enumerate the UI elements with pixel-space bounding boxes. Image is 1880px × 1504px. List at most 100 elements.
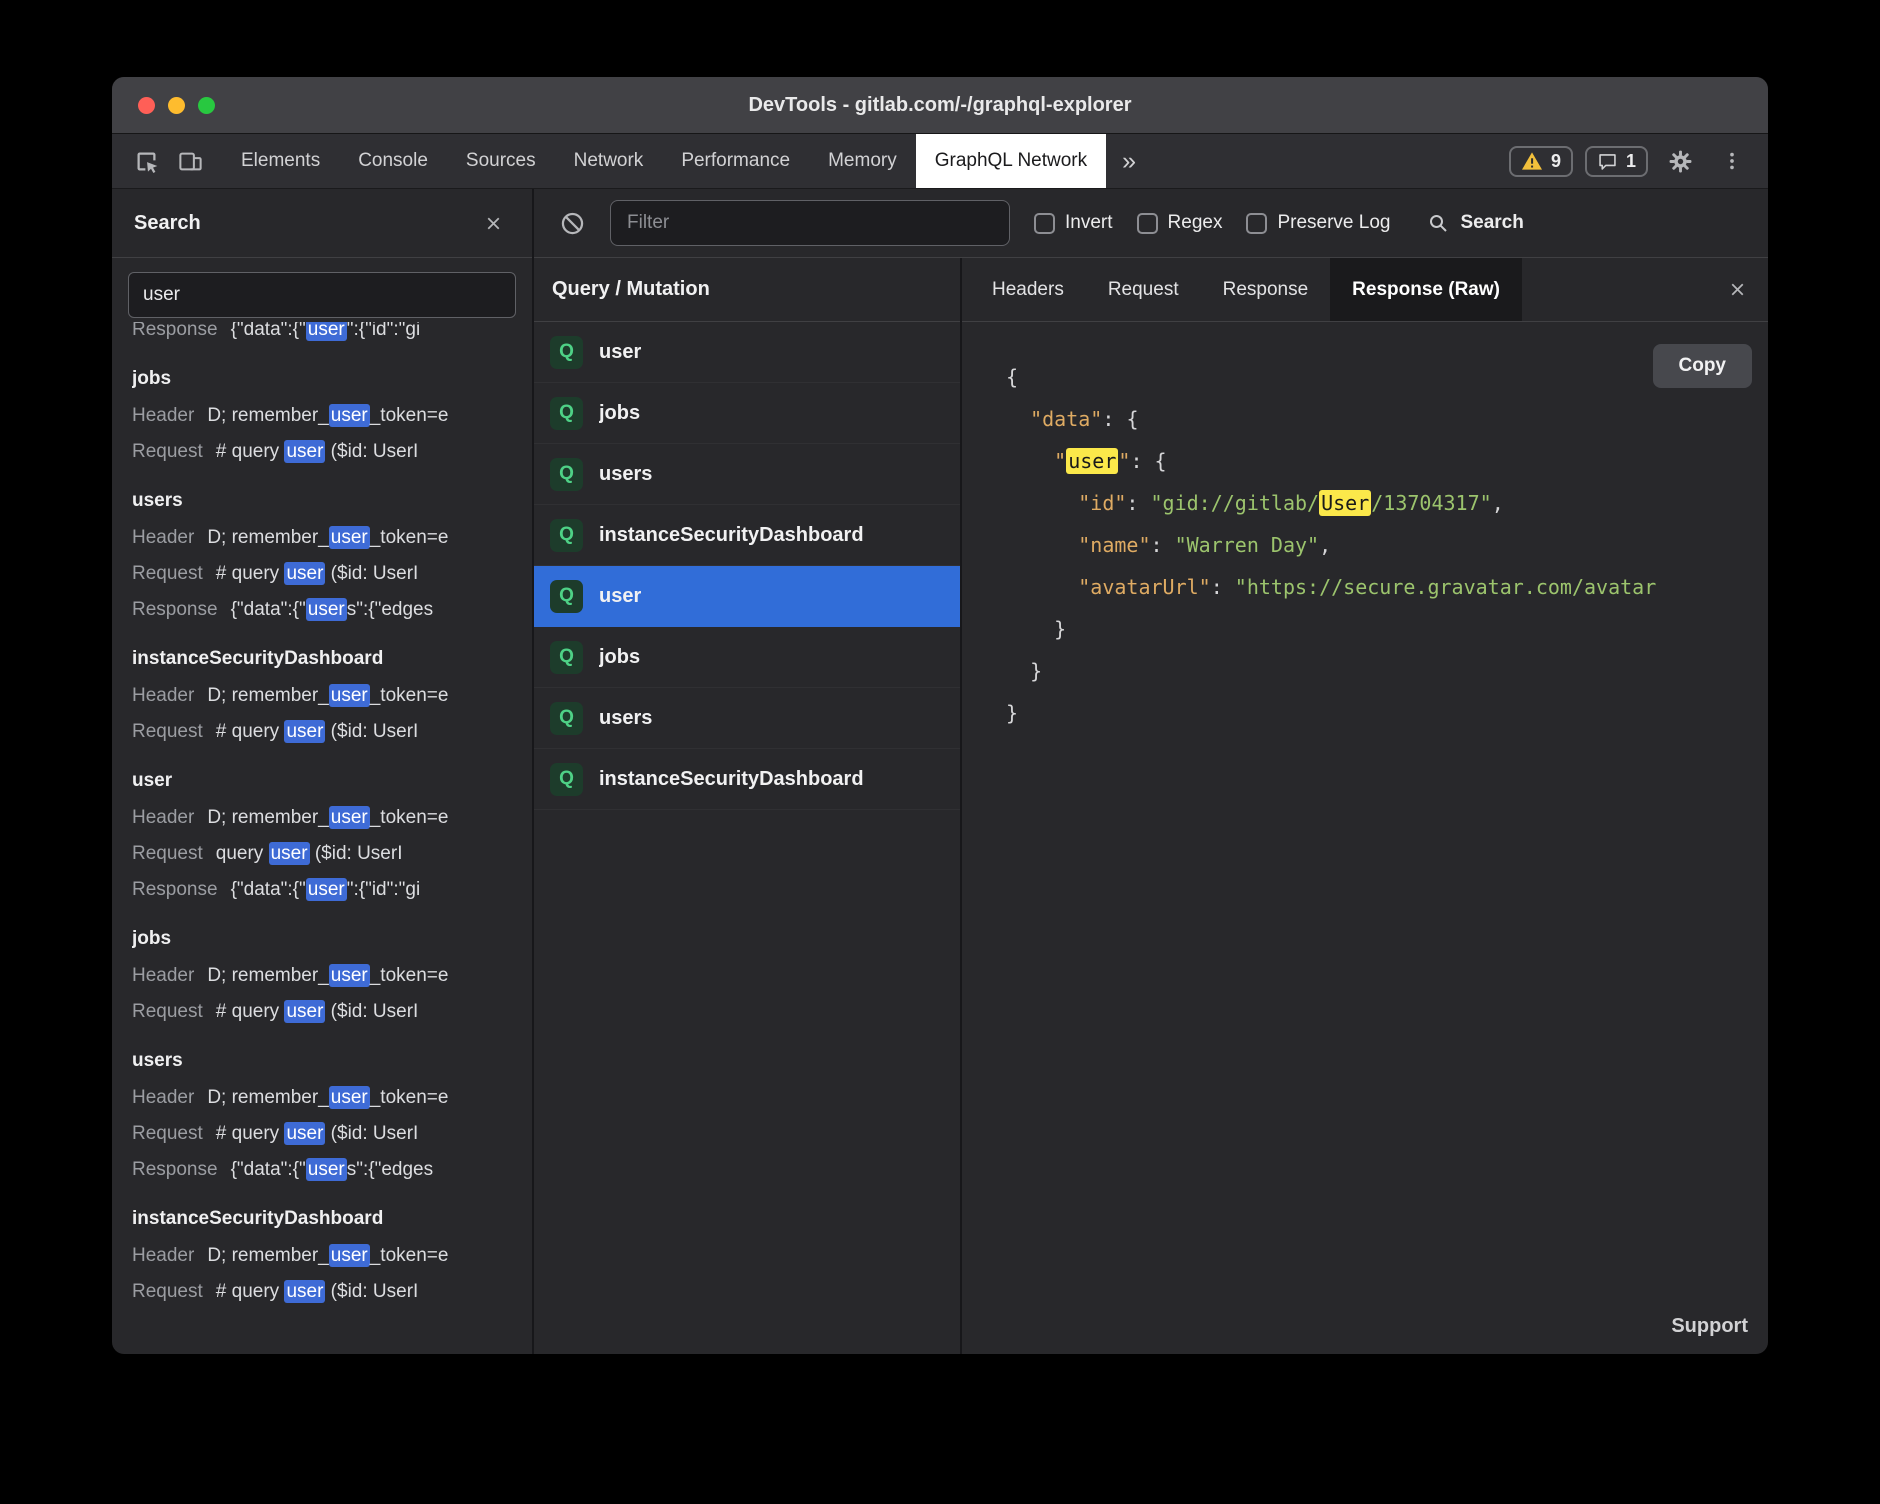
messages-badge[interactable]: 1: [1585, 146, 1648, 177]
close-search-panel-button[interactable]: [476, 206, 510, 240]
support-link[interactable]: Support: [1671, 1315, 1748, 1338]
search-result-text: D; remember_user_token=e: [207, 964, 448, 987]
text-segment: }: [1006, 617, 1066, 641]
regex-checkbox-group: Regex: [1137, 212, 1223, 234]
response-tab-headers[interactable]: Headers: [970, 258, 1086, 321]
search-result-title[interactable]: users: [132, 1042, 512, 1080]
search-result-line[interactable]: Request# query user ($id: UserI: [132, 1274, 512, 1310]
search-match-highlight: user: [329, 1244, 370, 1267]
traffic-lights: [138, 77, 215, 133]
invert-checkbox[interactable]: [1034, 213, 1055, 234]
search-result-line[interactable]: Response{"data":{"user":{"id":"gi: [132, 872, 512, 908]
search-result-line[interactable]: Request# query user ($id: UserI: [132, 434, 512, 470]
search-result-title[interactable]: jobs: [132, 920, 512, 958]
search-result-text: {"data":{"user":{"id":"gi: [231, 878, 421, 901]
close-response-panel-button[interactable]: [1707, 258, 1768, 321]
text-segment: [1006, 491, 1078, 515]
search-result-text: # query user ($id: UserI: [216, 1280, 419, 1303]
text-segment: "data": [1030, 407, 1102, 431]
close-icon: [1727, 279, 1748, 300]
devtools-tab-sources[interactable]: Sources: [447, 134, 555, 188]
search-result-title[interactable]: users: [132, 482, 512, 520]
text-segment: _token=e: [370, 965, 449, 986]
search-input[interactable]: [128, 272, 516, 318]
query-list-item[interactable]: Qjobs: [534, 627, 960, 688]
search-result-text: {"data":{"user":{"id":"gi: [231, 322, 421, 341]
search-icon: [1426, 211, 1450, 235]
invert-checkbox-group: Invert: [1034, 212, 1113, 234]
search-result-line[interactable]: HeaderD; remember_user_token=e: [132, 520, 512, 556]
search-result-line[interactable]: Request# query user ($id: UserI: [132, 556, 512, 592]
kebab-menu-button[interactable]: [1712, 141, 1752, 181]
search-result-line[interactable]: Request# query user ($id: UserI: [132, 994, 512, 1030]
settings-gear-button[interactable]: [1660, 141, 1700, 181]
search-result-label: Request: [132, 1123, 203, 1144]
inspect-cursor-icon: [133, 148, 160, 175]
search-result-title[interactable]: instanceSecurityDashboard: [132, 640, 512, 678]
text-segment: [1006, 407, 1030, 431]
search-result-line[interactable]: Response{"data":{"users":{"edges: [132, 1152, 512, 1188]
query-label: user: [599, 341, 641, 364]
text-segment: s":{"edges: [347, 1159, 433, 1180]
regex-checkbox[interactable]: [1137, 213, 1158, 234]
search-match-highlight: User: [1319, 490, 1371, 516]
search-result-line[interactable]: Header D; remember_user_token=e: [132, 958, 512, 994]
search-result-line[interactable]: HeaderD; remember_user_token=e: [132, 398, 512, 434]
clear-network-log-button[interactable]: [552, 203, 592, 243]
json-line: "data": {: [1006, 398, 1748, 440]
query-list-item[interactable]: QinstanceSecurityDashboard: [534, 749, 960, 810]
text-segment: _token=e: [370, 1245, 449, 1266]
json-line: }: [1006, 650, 1748, 692]
response-tab-response[interactable]: Response: [1201, 258, 1331, 321]
minimize-window-button[interactable]: [168, 97, 185, 114]
search-result-line[interactable]: HeaderD; remember_user_token=e: [132, 678, 512, 714]
devtools-tab-performance[interactable]: Performance: [662, 134, 809, 188]
search-result-label: Header: [132, 685, 194, 706]
copy-button[interactable]: Copy: [1653, 344, 1753, 388]
more-tabs-chevron[interactable]: »: [1106, 134, 1152, 188]
search-match-highlight: user: [329, 526, 370, 549]
search-result-title[interactable]: instanceSecurityDashboard: [132, 1200, 512, 1238]
search-result-line[interactable]: HeaderD; remember_user_token=e: [132, 800, 512, 836]
devtools-tab-strip: ElementsConsoleSourcesNetworkPerformance…: [222, 134, 1106, 188]
query-list-item[interactable]: QinstanceSecurityDashboard: [534, 505, 960, 566]
query-list-item[interactable]: Qusers: [534, 688, 960, 749]
device-toolbar-button[interactable]: [170, 141, 210, 181]
query-list-item[interactable]: Quser: [534, 322, 960, 383]
text-segment: ":{"id":"gi: [347, 322, 420, 340]
search-result-title[interactable]: user: [132, 762, 512, 800]
devtools-tab-elements[interactable]: Elements: [222, 134, 339, 188]
filter-input[interactable]: [610, 200, 1010, 246]
search-match-highlight: user: [329, 404, 370, 427]
json-line: "avatarUrl": "https://secure.gravatar.co…: [1006, 566, 1748, 608]
inspect-element-button[interactable]: [126, 141, 166, 181]
search-result-label: Header: [132, 965, 194, 986]
preserve-log-checkbox[interactable]: [1246, 213, 1267, 234]
devtools-tab-memory[interactable]: Memory: [809, 134, 916, 188]
search-result-line[interactable]: Requestquery user ($id: UserI: [132, 836, 512, 872]
search-panel: Search Response{"data":{"user":{"id":"gi…: [112, 189, 534, 1354]
query-list-item[interactable]: Quser: [534, 566, 960, 627]
search-result-line[interactable]: Response{"data":{"users":{"edges: [132, 592, 512, 628]
response-tab-response-raw[interactable]: Response (Raw): [1330, 258, 1522, 321]
devtools-tab-console[interactable]: Console: [339, 134, 447, 188]
search-result-line[interactable]: HeaderD; remember_user_token=e: [132, 1238, 512, 1274]
text-segment: {: [1126, 407, 1138, 431]
devtools-tab-network[interactable]: Network: [555, 134, 663, 188]
search-result-line[interactable]: Request# query user ($id: UserI: [132, 714, 512, 750]
search-result-line[interactable]: HeaderD; remember_user_token=e: [132, 1080, 512, 1116]
query-list-item[interactable]: Qusers: [534, 444, 960, 505]
search-toggle-button[interactable]: Search: [1426, 211, 1523, 235]
devtools-tab-graphql-network[interactable]: GraphQL Network: [916, 134, 1106, 188]
search-match-highlight: user: [306, 322, 347, 341]
text-segment: ":{"id":"gi: [347, 879, 420, 900]
query-list-item[interactable]: Qjobs: [534, 383, 960, 444]
zoom-window-button[interactable]: [198, 97, 215, 114]
search-result-title[interactable]: jobs: [132, 360, 512, 398]
warnings-badge[interactable]: 9: [1509, 146, 1573, 177]
search-result-line[interactable]: Request# query user ($id: UserI: [132, 1116, 512, 1152]
close-window-button[interactable]: [138, 97, 155, 114]
query-label: instanceSecurityDashboard: [599, 768, 864, 791]
response-tab-request[interactable]: Request: [1086, 258, 1201, 321]
search-result-line[interactable]: Response{"data":{"user":{"id":"gi: [132, 322, 512, 348]
